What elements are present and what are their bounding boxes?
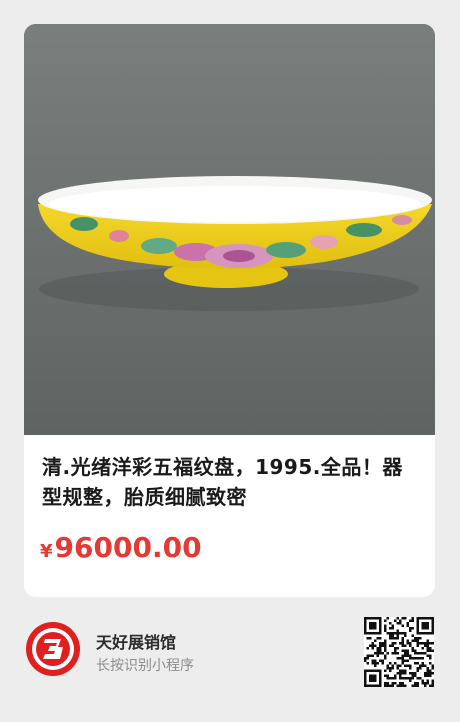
- qr-code-icon[interactable]: [364, 617, 434, 687]
- product-title: 清.光绪洋彩五福纹盘，1995.全品！器型规整，胎质细腻致密: [42, 455, 403, 509]
- currency-symbol: ¥: [40, 541, 53, 562]
- plate-illustration: [24, 24, 435, 435]
- product-price: ¥ 96000.00: [40, 531, 202, 564]
- tianhao-3-logo-icon: [25, 621, 81, 677]
- price-value: 96000.00: [54, 531, 202, 564]
- shop-name: 天好展销馆: [96, 633, 177, 652]
- product-card[interactable]: 清.光绪洋彩五福纹盘，1995.全品！器型规整，胎质细腻致密 ¥ 96000.0…: [24, 24, 435, 597]
- product-image[interactable]: [24, 24, 435, 435]
- mini-program-hint: 长按识别小程序: [96, 658, 194, 674]
- mini-program-footer[interactable]: 天好展销馆 长按识别小程序: [0, 597, 460, 722]
